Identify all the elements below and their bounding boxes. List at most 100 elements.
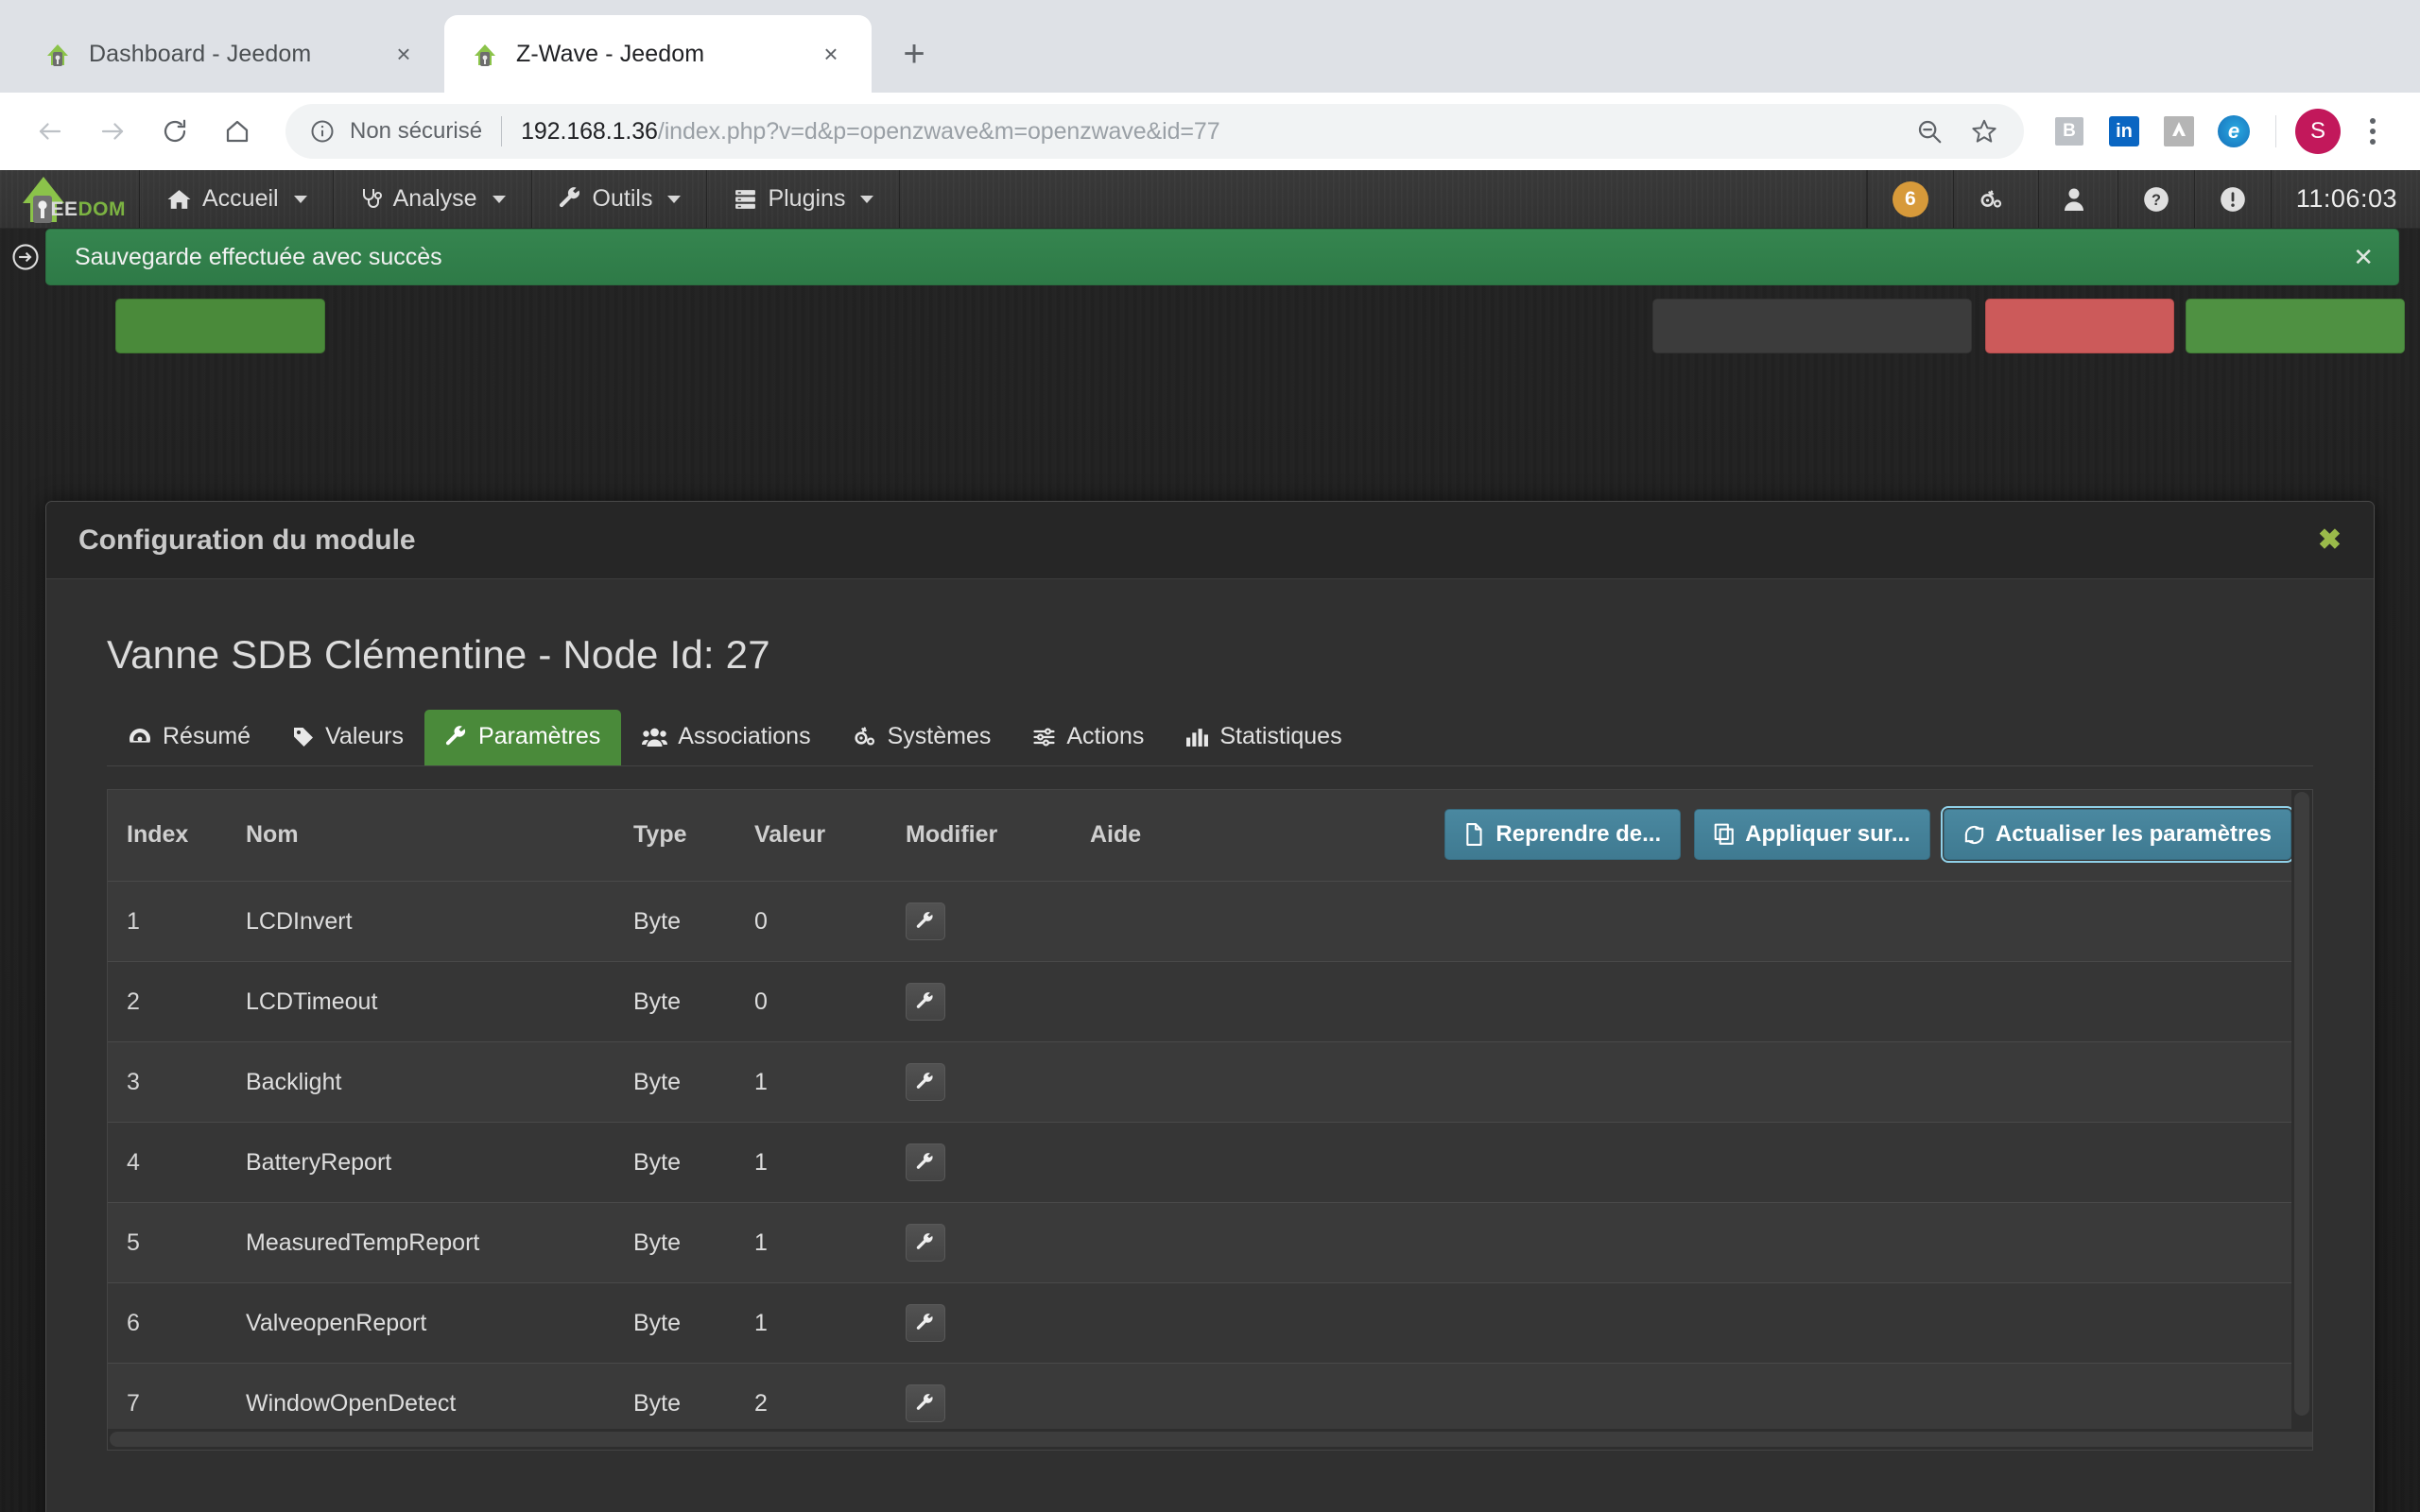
tab-statistiques[interactable]: Statistiques	[1165, 710, 1362, 765]
column-header-nom: Nom	[246, 790, 633, 882]
modal-close-icon[interactable]: ✖	[2318, 524, 2342, 557]
background-button-grey[interactable]	[1652, 299, 1972, 353]
navbar-spacer	[900, 170, 1867, 228]
cell-valeur: 1	[754, 1122, 906, 1203]
modify-wrench-icon[interactable]	[906, 1304, 945, 1342]
table-row[interactable]: 3 Backlight Byte 1	[108, 1041, 2312, 1123]
server-icon	[734, 187, 757, 211]
browser-tab-close-icon[interactable]: ×	[388, 38, 420, 70]
modify-wrench-icon[interactable]	[906, 902, 945, 940]
sliders-icon	[1032, 726, 1056, 748]
table-row[interactable]: 4 BatteryReport Byte 1	[108, 1122, 2312, 1203]
button-label: Reprendre de...	[1495, 821, 1662, 847]
gears-icon	[1979, 187, 2005, 212]
table-horizontal-scrollbar[interactable]	[108, 1429, 2312, 1450]
table-row[interactable]: 6 ValveopenReport Byte 1	[108, 1282, 2312, 1364]
nav-item-accueil[interactable]: Accueil	[140, 170, 334, 228]
modify-wrench-icon[interactable]	[906, 1384, 945, 1422]
cell-actions	[1279, 1202, 2312, 1283]
help-button[interactable]: ?	[2117, 170, 2194, 228]
table-vertical-scrollbar[interactable]	[2291, 790, 2312, 1450]
settings-menu-button[interactable]	[1952, 170, 2038, 228]
reload-button[interactable]	[146, 102, 204, 161]
security-status-text: Non sécurisé	[350, 118, 483, 144]
browser-tab-close-icon[interactable]: ×	[815, 38, 847, 70]
dashboard-icon	[128, 727, 152, 747]
tab-systemes[interactable]: Systèmes	[832, 710, 1012, 765]
info-button[interactable]	[2193, 170, 2271, 228]
address-bar[interactable]: Non sécurisé 192.168.1.36/index.php?v=d&…	[285, 104, 2024, 159]
column-header-index: Index	[108, 790, 246, 882]
cell-type: Byte	[633, 1202, 754, 1283]
forward-button[interactable]	[83, 102, 142, 161]
wrench-icon	[559, 187, 582, 211]
cell-nom: ValveopenReport	[246, 1282, 633, 1364]
modify-wrench-icon[interactable]	[906, 1063, 945, 1101]
table-body: 1 LCDInvert Byte 0 2 LCDTimeout Byte 0 3…	[108, 881, 2312, 1450]
profile-avatar[interactable]: S	[2291, 105, 2344, 158]
column-header-valeur: Valeur	[754, 790, 906, 882]
table-row[interactable]: 2 LCDTimeout Byte 0	[108, 961, 2312, 1042]
browser-chrome: Dashboard - Jeedom × Z-Wave - Jeedom × +	[0, 0, 2420, 170]
nav-item-outils[interactable]: Outils	[532, 170, 708, 228]
chevron-down-icon	[667, 195, 682, 203]
background-button-red[interactable]	[1985, 299, 2174, 353]
cell-type: Byte	[633, 1122, 754, 1203]
table-row[interactable]: 1 LCDInvert Byte 0	[108, 881, 2312, 962]
cell-index: 2	[108, 961, 246, 1042]
tab-actions[interactable]: Actions	[1011, 710, 1165, 765]
cell-aide	[1090, 1041, 1279, 1123]
modify-wrench-icon[interactable]	[906, 1143, 945, 1181]
nav-item-analyse[interactable]: Analyse	[334, 170, 532, 228]
edge-extension-icon[interactable]: e	[2207, 105, 2260, 158]
cell-aide	[1090, 1122, 1279, 1203]
modal-body: Vanne SDB Clémentine - Node Id: 27 Résum…	[46, 579, 2374, 1451]
modal-header: Configuration du module ✖	[46, 502, 2374, 579]
nav-label: Plugins	[768, 185, 846, 212]
browser-tab-zwave[interactable]: Z-Wave - Jeedom ×	[444, 15, 872, 93]
jeedom-favicon-icon	[471, 40, 499, 68]
nav-item-plugins[interactable]: Plugins	[707, 170, 901, 228]
tab-valeurs[interactable]: Valeurs	[271, 710, 424, 765]
new-tab-button[interactable]: +	[885, 25, 943, 83]
table-vertical-scrollbar-thumb[interactable]	[2294, 792, 2309, 1416]
table-row[interactable]: 5 MeasuredTempReport Byte 1	[108, 1202, 2312, 1283]
linkedin-extension-icon[interactable]: in	[2098, 105, 2151, 158]
cell-nom: LCDTimeout	[246, 961, 633, 1042]
alert-close-icon[interactable]: ✕	[2353, 243, 2374, 272]
blog-extension-icon[interactable]: B	[2043, 105, 2096, 158]
tab-associations[interactable]: Associations	[621, 710, 831, 765]
background-button-right[interactable]	[2186, 299, 2405, 353]
bookmark-star-icon[interactable]	[1958, 105, 2011, 158]
module-configuration-modal: Configuration du module ✖ Vanne SDB Clém…	[45, 501, 2375, 1512]
cell-actions	[1279, 961, 2312, 1042]
table-horizontal-scrollbar-thumb[interactable]	[110, 1432, 2312, 1447]
appliquer-sur-button[interactable]: Appliquer sur...	[1694, 809, 1930, 860]
background-button-left[interactable]	[115, 299, 325, 353]
tab-parametres[interactable]: Paramètres	[424, 710, 622, 765]
actualiser-parametres-button[interactable]: Actualiser les paramètres	[1940, 806, 2295, 863]
site-info-icon[interactable]	[306, 115, 338, 147]
browser-tab-dashboard[interactable]: Dashboard - Jeedom ×	[17, 15, 444, 93]
modify-wrench-icon[interactable]	[906, 983, 945, 1021]
sidebar-toggle-icon[interactable]	[6, 243, 45, 271]
reprendre-de-button[interactable]: Reprendre de...	[1444, 809, 1682, 860]
linkedin-extension-glyph: in	[2109, 116, 2139, 146]
tab-resume[interactable]: Résumé	[107, 710, 271, 765]
module-tabs: Résumé Valeurs Paramètres Associations S…	[107, 710, 2313, 766]
refresh-icon	[1963, 824, 1985, 846]
modify-wrench-icon[interactable]	[906, 1224, 945, 1262]
cell-aide	[1090, 961, 1279, 1042]
jeedom-logo[interactable]: EEDOM	[0, 170, 140, 228]
cell-modifier	[906, 1282, 1090, 1364]
message-badge-button[interactable]: 6	[1866, 170, 1953, 228]
chrome-menu-icon[interactable]	[2346, 105, 2399, 158]
home-button[interactable]	[208, 102, 267, 161]
url-path: /index.php?v=d&p=openzwave&m=openzwave&i…	[657, 117, 1220, 145]
user-menu-button[interactable]	[2037, 170, 2118, 228]
back-button[interactable]	[21, 102, 79, 161]
zoom-out-icon[interactable]	[1903, 105, 1956, 158]
strava-extension-icon[interactable]	[2152, 105, 2205, 158]
chevron-down-icon	[860, 195, 874, 203]
tab-label: Statistiques	[1219, 723, 1342, 749]
